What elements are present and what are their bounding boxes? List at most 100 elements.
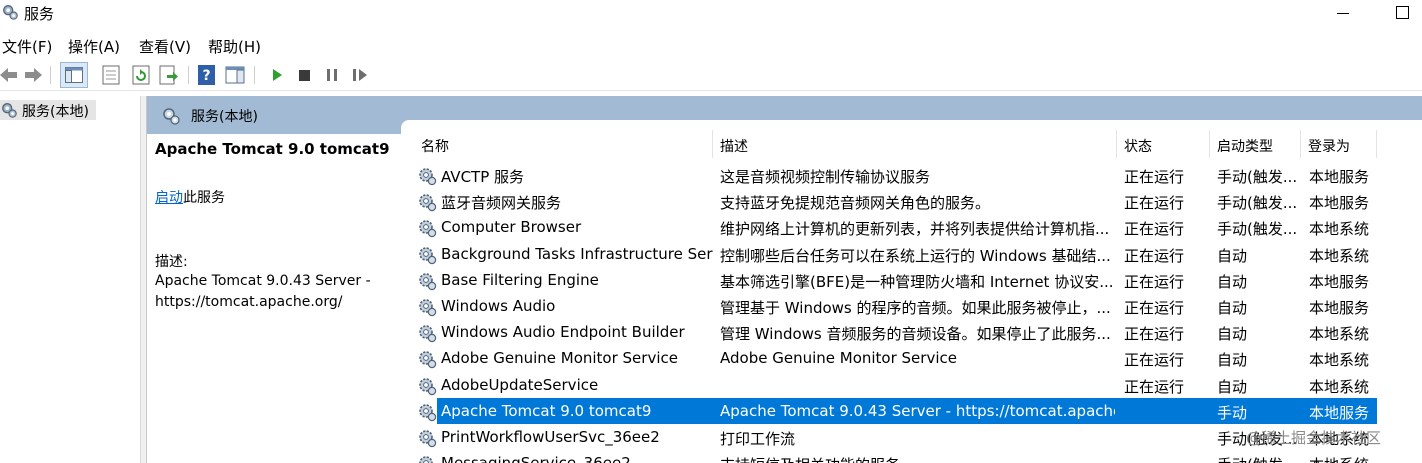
column-header-log-on-as[interactable]: 登录为: [1308, 136, 1350, 156]
service-status: 正在运行: [1124, 272, 1185, 291]
service-status: 正在运行: [1124, 246, 1185, 265]
service-description: Adobe Genuine Monitor Service: [720, 349, 957, 368]
export-list-icon[interactable]: [157, 64, 179, 86]
services-list: 名称 描述 状态 启动类型 登录为 AVCTP 服务 这是音频视频控制传输协议服务…: [401, 120, 1422, 463]
column-header-description[interactable]: 描述: [720, 136, 748, 156]
service-startup-type: 自动: [1217, 377, 1248, 396]
service-description: Apache Tomcat 9.0.43 Server - https://to…: [720, 401, 1115, 420]
service-startup-type: 自动: [1217, 272, 1248, 291]
service-row[interactable]: Windows Audio Endpoint Builder 管理 Windows…: [415, 319, 1415, 345]
watermark: @稀土掘金技术社区: [1246, 429, 1382, 447]
toolbar: ?: [0, 60, 1422, 91]
service-name: Adobe Genuine Monitor Service: [441, 349, 678, 368]
service-status: 正在运行: [1124, 220, 1185, 239]
service-description: 管理基于 Windows 的程序的音频。如果此服务被停止，...: [720, 299, 1111, 317]
column-header-startup-type[interactable]: 启动类型: [1217, 136, 1273, 156]
column-divider[interactable]: [1209, 130, 1210, 158]
service-gear-icon: [419, 246, 437, 264]
service-log-on-as: 本地服务: [1309, 299, 1370, 317]
service-gear-icon: [419, 299, 437, 317]
service-description: 支持短信及相关功能的服务。: [720, 454, 1115, 463]
service-description: 维护网络上计算机的更新列表，并将列表提供给计算机指...: [720, 220, 1110, 239]
service-log-on-as: 本地系统: [1309, 351, 1370, 370]
service-description: 管理 Windows 音频服务的音频设备。如果停止了此服务...: [720, 325, 1111, 344]
service-description: 基本筛选引擎(BFE)是一种管理防火墙和 Internet 协议安...: [720, 272, 1114, 291]
service-name: Computer Browser: [441, 218, 582, 237]
service-row[interactable]: AdobeUpdateService 正在运行 自动 本地系统: [415, 372, 1415, 398]
services-gear-icon: [163, 108, 180, 125]
service-log-on-as: 本地服务: [1309, 194, 1370, 213]
service-startup-type: 手动(触发...: [1217, 194, 1297, 213]
service-description: 打印工作流: [720, 430, 796, 448]
start-service-icon[interactable]: [266, 64, 288, 86]
service-row[interactable]: Adobe Genuine Monitor Service Adobe Genui…: [415, 345, 1415, 371]
column-header-status[interactable]: 状态: [1124, 136, 1152, 156]
maximize-button[interactable]: [1394, 4, 1412, 22]
window-title: 服务: [24, 5, 55, 23]
svg-text:?: ?: [202, 68, 210, 84]
menu-file[interactable]: 文件(F): [2, 36, 52, 57]
service-log-on-as: 本地系统: [1309, 246, 1370, 265]
start-service-link[interactable]: 启动: [155, 190, 183, 206]
service-row[interactable]: Computer Browser 维护网络上计算机的更新列表，并将列表提供给计算机…: [415, 214, 1415, 240]
column-header-name[interactable]: 名称: [421, 136, 449, 156]
service-name: PrintWorkflowUserSvc_36ee2: [441, 428, 660, 446]
forward-arrow-icon[interactable]: [22, 64, 44, 86]
resume-service-icon[interactable]: [349, 64, 371, 86]
menu-action[interactable]: 操作(A): [68, 36, 120, 57]
service-startup-type: 手动(触发...: [1217, 454, 1297, 463]
service-log-on-as: 本地系统: [1309, 220, 1370, 239]
show-hide-action-pane-icon[interactable]: [224, 64, 246, 86]
service-row[interactable]: Windows Audio 管理基于 Windows 的程序的音频。如果此服务被停…: [415, 293, 1415, 319]
column-divider[interactable]: [1376, 130, 1377, 158]
tree-item-label: 服务(本地): [22, 104, 89, 120]
services-pane: 服务(本地) Apache Tomcat 9.0 tomcat9 启动此服务 描…: [146, 96, 1422, 463]
service-row[interactable]: AVCTP 服务 这是音频视频控制传输协议服务 正在运行 手动(触发... 本地服务: [415, 162, 1415, 188]
pause-service-icon[interactable]: [321, 64, 343, 86]
service-row[interactable]: 蓝牙音频网关服务 支持蓝牙免提规范音频网关角色的服务。 正在运行 手动(触发... 本地…: [415, 188, 1415, 214]
console-tree-button[interactable]: [60, 62, 88, 88]
column-divider[interactable]: [1300, 130, 1301, 158]
toolbar-separator: [188, 66, 189, 84]
service-log-on-as: 本地服务: [1309, 272, 1370, 291]
service-name: Apache Tomcat 9.0 tomcat9: [441, 401, 652, 420]
service-row[interactable]: MessagingService_36ee2 支持短信及相关功能的服务。 手动(触发…: [415, 450, 1415, 463]
refresh-icon[interactable]: [130, 64, 152, 86]
tree-item-services-local[interactable]: 服务(本地): [0, 100, 96, 120]
back-arrow-icon[interactable]: [0, 64, 20, 86]
service-gear-icon: [419, 351, 437, 369]
service-row[interactable]: Base Filtering Engine 基本筛选引擎(BFE)是一种管理防火墙…: [415, 267, 1415, 293]
service-startup-type: 自动: [1217, 246, 1248, 265]
service-row[interactable]: Apache Tomcat 9.0 tomcat9 Apache Tomcat 9…: [415, 397, 1415, 424]
service-description: 支持蓝牙免提规范音频网关角色的服务。: [720, 194, 991, 213]
minimize-button[interactable]: [1334, 4, 1352, 22]
column-divider[interactable]: [1116, 130, 1117, 158]
title-bar: 服务: [0, 0, 1422, 30]
column-divider[interactable]: [712, 130, 713, 158]
toolbar-separator: [50, 66, 51, 84]
menu-help[interactable]: 帮助(H): [208, 36, 261, 57]
service-status: 正在运行: [1124, 299, 1185, 317]
menu-view[interactable]: 查看(V): [139, 36, 191, 57]
service-name: Background Tasks Infrastructure Service: [441, 244, 713, 263]
service-gear-icon: [419, 325, 437, 343]
start-service-suffix: 此服务: [183, 190, 225, 206]
service-row[interactable]: Background Tasks Infrastructure Service 控…: [415, 241, 1415, 267]
services-gear-icon: [3, 5, 18, 20]
stop-service-icon[interactable]: [293, 64, 315, 86]
service-log-on-as: 本地系统: [1309, 377, 1370, 396]
service-gear-icon: [419, 430, 437, 448]
service-gear-icon: [419, 377, 437, 395]
service-status: 正在运行: [1124, 325, 1185, 344]
service-status: 正在运行: [1124, 194, 1185, 213]
console-tree: 服务(本地): [0, 96, 141, 463]
service-startup-type: 手动(触发...: [1217, 168, 1297, 186]
service-name: 蓝牙音频网关服务: [441, 194, 562, 213]
service-description: 控制哪些后台任务可以在系统上运行的 Windows 基础结...: [720, 246, 1111, 265]
service-log-on-as: 本地系统: [1309, 454, 1399, 463]
service-gear-icon: [419, 456, 433, 463]
service-startup-type: 自动: [1217, 325, 1248, 344]
service-startup-type: 手动(触发...: [1217, 220, 1297, 239]
help-icon[interactable]: ?: [196, 64, 218, 86]
properties-sheet-icon[interactable]: [100, 64, 122, 86]
